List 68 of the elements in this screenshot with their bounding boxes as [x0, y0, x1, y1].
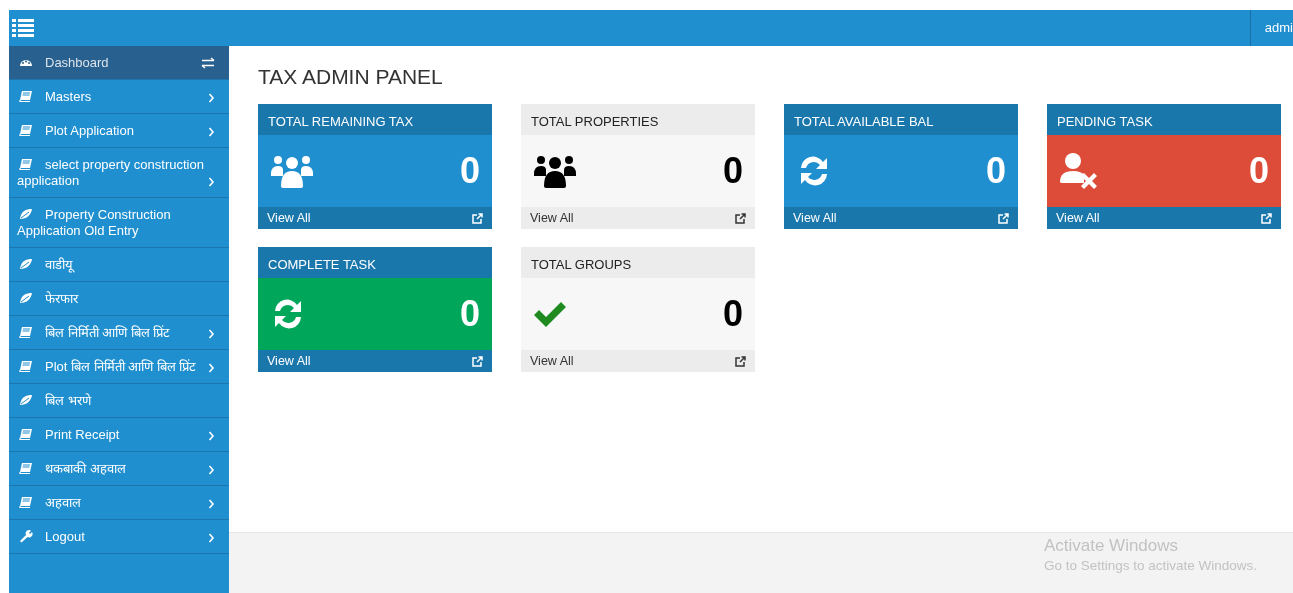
user-menu[interactable]: admi	[1264, 18, 1293, 38]
book-icon	[19, 461, 33, 475]
view-all-link[interactable]: View All	[267, 351, 311, 371]
chevron-icon	[208, 465, 215, 475]
page-title: TAX ADMIN PANEL	[258, 64, 444, 90]
chevron-icon	[208, 499, 215, 509]
sidebar-item[interactable]: Plot बिल निर्मिती आणि बिल प्रिंट	[9, 350, 229, 384]
book-icon	[19, 325, 33, 339]
menu-icon[interactable]	[12, 19, 34, 37]
sidebar-item[interactable]: Masters	[9, 80, 229, 114]
stat-value: 0	[459, 292, 480, 337]
leaf-icon	[19, 393, 33, 407]
view-all-link[interactable]: View All	[267, 208, 311, 228]
card-title: PENDING TASK	[1047, 104, 1281, 136]
sidebar-item[interactable]: select property construction application	[9, 148, 229, 198]
stat-value: 0	[722, 149, 743, 194]
external-link-icon	[997, 212, 1009, 224]
sidebar-item[interactable]: वाडीयू	[9, 248, 229, 282]
stat-value: 0	[459, 149, 480, 194]
users-icon	[533, 153, 577, 189]
external-link-icon	[1260, 212, 1272, 224]
sidebar-item[interactable]: फेरफार	[9, 282, 229, 316]
card-title: TOTAL GROUPS	[521, 247, 755, 279]
check-icon	[533, 300, 567, 328]
chevron-icon	[208, 329, 215, 339]
leaf-icon	[19, 291, 33, 305]
sidebar-item[interactable]: Property Construction Application Old Entry	[9, 198, 229, 248]
wrench-icon	[19, 529, 33, 543]
view-all-link[interactable]: View All	[793, 208, 837, 228]
external-link-icon	[734, 355, 746, 367]
sidebar-item[interactable]: Print Receipt	[9, 418, 229, 452]
view-all-link[interactable]: View All	[530, 208, 574, 228]
leaf-icon	[19, 257, 33, 271]
view-all-link[interactable]: View All	[1056, 208, 1100, 228]
chevron-icon	[208, 363, 215, 373]
card-title: TOTAL REMAINING TAX	[258, 104, 492, 136]
card-title: COMPLETE TASK	[258, 247, 492, 279]
book-icon	[19, 427, 33, 441]
external-link-icon	[734, 212, 746, 224]
book-icon	[19, 157, 33, 171]
chevron-icon	[208, 93, 215, 103]
sidebar-item[interactable]: अहवाल	[9, 486, 229, 520]
sidebar-item[interactable]: थकबाकी अहवाल	[9, 452, 229, 486]
book-icon	[19, 359, 33, 373]
card-title: TOTAL AVAILABLE BAL	[784, 104, 1018, 136]
chevron-icon	[208, 431, 215, 441]
stat-value: 0	[1248, 149, 1269, 194]
book-icon	[19, 123, 33, 137]
chevron-icon	[208, 177, 215, 187]
stat-value: 0	[722, 292, 743, 337]
chevron-icon	[208, 127, 215, 137]
users-icon	[270, 153, 314, 189]
stat-value: 0	[985, 149, 1006, 194]
chevron-icon	[208, 533, 215, 543]
external-link-icon	[471, 212, 483, 224]
card-title: TOTAL PROPERTIES	[521, 104, 755, 136]
sidebar-item[interactable]: Dashboard	[9, 46, 229, 80]
user-remove-icon	[1059, 152, 1099, 191]
view-all-link[interactable]: View All	[530, 351, 574, 371]
book-icon	[19, 89, 33, 103]
external-link-icon	[471, 355, 483, 367]
sidebar-item[interactable]: Logout	[9, 520, 229, 554]
sidebar-item[interactable]: बिल भरणे	[9, 384, 229, 418]
toggle-icon	[201, 57, 215, 69]
leaf-icon	[19, 207, 33, 221]
sidebar-item[interactable]: Plot Application	[9, 114, 229, 148]
sidebar-item[interactable]: बिल निर्मिती आणि बिल प्रिंट	[9, 316, 229, 350]
book-icon	[19, 495, 33, 509]
